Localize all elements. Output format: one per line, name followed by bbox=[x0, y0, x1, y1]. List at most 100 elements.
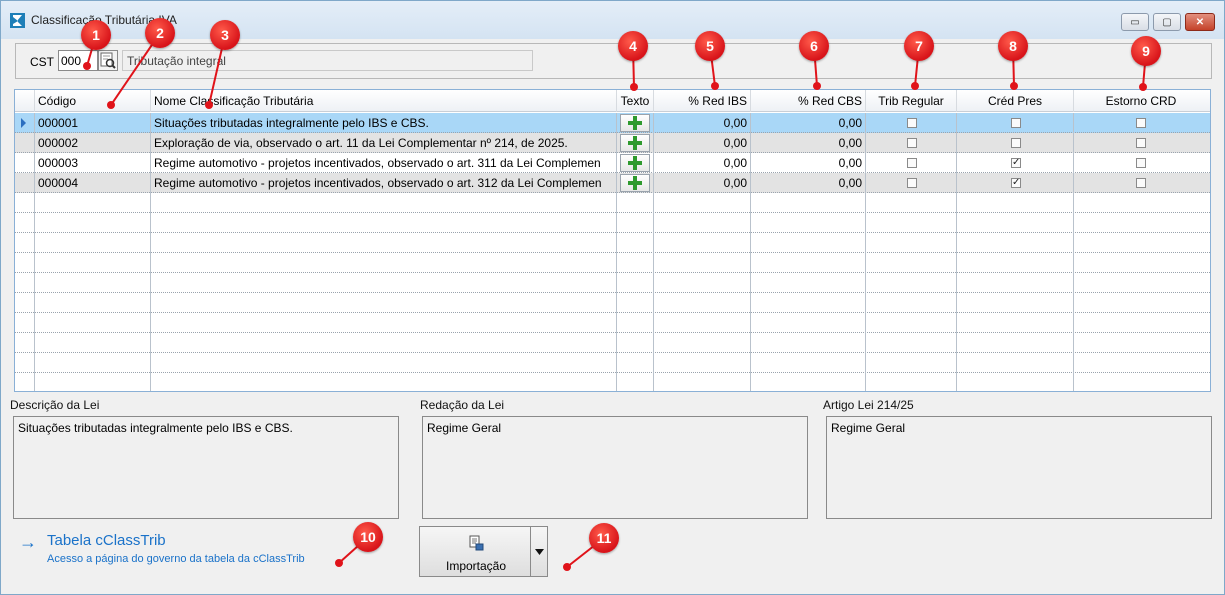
annotation-badge: 10 bbox=[353, 522, 383, 552]
red-cbs-cell bbox=[751, 373, 866, 391]
red-cbs-cell: 0,00 bbox=[751, 153, 866, 173]
table-row[interactable]: 000002 Exploração de via, observado o art… bbox=[15, 133, 1210, 153]
minimize-button[interactable]: ▭ bbox=[1121, 13, 1149, 31]
texto-add-button[interactable] bbox=[620, 154, 650, 172]
maximize-icon: ▢ bbox=[1162, 16, 1172, 28]
estorno-crd-checkbox[interactable] bbox=[1136, 118, 1146, 128]
classificacao-grid[interactable]: Código Nome Classificação Tributária Tex… bbox=[14, 89, 1211, 392]
annotation-dot bbox=[711, 82, 719, 90]
codigo-cell: 000002 bbox=[35, 133, 151, 153]
chevron-down-icon bbox=[535, 549, 544, 555]
cred-pres-cell bbox=[957, 113, 1074, 133]
column-header-red-cbs[interactable]: % Red CBS bbox=[751, 90, 866, 112]
row-indicator-cell bbox=[15, 293, 35, 313]
row-indicator-cell bbox=[15, 133, 35, 153]
column-header-estorno-crd[interactable]: Estorno CRD bbox=[1074, 90, 1208, 112]
table-row-empty[interactable] bbox=[15, 313, 1210, 333]
minimize-icon: ▭ bbox=[1130, 16, 1140, 28]
trib-regular-cell bbox=[866, 113, 957, 133]
link-arrow-icon[interactable]: → bbox=[19, 532, 37, 553]
table-row[interactable]: 000001 Situações tributadas integralmente… bbox=[15, 113, 1210, 133]
descricao-memo[interactable]: Situações tributadas integralmente pelo … bbox=[13, 416, 399, 519]
artigo-memo[interactable]: Regime Geral bbox=[826, 416, 1212, 519]
texto-add-button[interactable] bbox=[620, 134, 650, 152]
nome-cell bbox=[151, 253, 617, 273]
estorno-crd-cell bbox=[1074, 173, 1208, 193]
importacao-dropdown-button[interactable] bbox=[531, 526, 548, 577]
close-button[interactable]: ✕ bbox=[1185, 13, 1215, 31]
table-row-empty[interactable] bbox=[15, 333, 1210, 353]
column-header-codigo[interactable]: Código bbox=[35, 90, 151, 112]
cred-pres-cell bbox=[957, 253, 1074, 273]
row-indicator-cell bbox=[15, 353, 35, 373]
trib-regular-checkbox[interactable] bbox=[907, 138, 917, 148]
trib-regular-checkbox[interactable] bbox=[907, 118, 917, 128]
codigo-cell: 000001 bbox=[35, 113, 151, 133]
row-indicator-cell bbox=[15, 173, 35, 193]
estorno-crd-cell bbox=[1074, 273, 1208, 293]
cst-panel: CST 000 Tributação integral bbox=[15, 43, 1212, 79]
row-indicator-cell bbox=[15, 313, 35, 333]
cred-pres-cell bbox=[957, 373, 1074, 391]
redacao-memo[interactable]: Regime Geral bbox=[422, 416, 808, 519]
table-row-empty[interactable] bbox=[15, 213, 1210, 233]
table-row[interactable]: 000004 Regime automotivo - projetos incen… bbox=[15, 173, 1210, 193]
cred-pres-checkbox[interactable]: ✓ bbox=[1011, 178, 1021, 188]
red-ibs-cell bbox=[654, 253, 751, 273]
cst-input[interactable]: 000 bbox=[58, 50, 98, 71]
cred-pres-cell: ✓ bbox=[957, 173, 1074, 193]
table-row-empty[interactable] bbox=[15, 193, 1210, 213]
estorno-crd-checkbox[interactable] bbox=[1136, 178, 1146, 188]
annotation-badge: 7 bbox=[904, 31, 934, 61]
red-cbs-cell bbox=[751, 253, 866, 273]
column-header-red-ibs[interactable]: % Red IBS bbox=[654, 90, 751, 112]
estorno-crd-cell bbox=[1074, 293, 1208, 313]
annotation-dot bbox=[1139, 83, 1147, 91]
table-row-empty[interactable] bbox=[15, 373, 1210, 391]
table-row-empty[interactable] bbox=[15, 353, 1210, 373]
estorno-crd-checkbox[interactable] bbox=[1136, 158, 1146, 168]
codigo-cell bbox=[35, 313, 151, 333]
column-header-nome[interactable]: Nome Classificação Tributária bbox=[151, 90, 617, 112]
red-ibs-cell bbox=[654, 333, 751, 353]
table-row-empty[interactable] bbox=[15, 293, 1210, 313]
trib-regular-cell bbox=[866, 213, 957, 233]
estorno-crd-checkbox[interactable] bbox=[1136, 138, 1146, 148]
red-cbs-cell bbox=[751, 193, 866, 213]
cred-pres-cell bbox=[957, 233, 1074, 253]
table-row-empty[interactable] bbox=[15, 273, 1210, 293]
redacao-label: Redação da Lei bbox=[420, 398, 505, 412]
codigo-cell: 000003 bbox=[35, 153, 151, 173]
table-row-empty[interactable] bbox=[15, 253, 1210, 273]
table-row-empty[interactable] bbox=[15, 233, 1210, 253]
red-ibs-cell bbox=[654, 313, 751, 333]
codigo-cell bbox=[35, 353, 151, 373]
cred-pres-checkbox[interactable]: ✓ bbox=[1011, 158, 1021, 168]
column-header-cred-pres[interactable]: Créd Pres bbox=[957, 90, 1074, 112]
maximize-button[interactable]: ▢ bbox=[1153, 13, 1181, 31]
cred-pres-checkbox[interactable] bbox=[1011, 138, 1021, 148]
texto-cell bbox=[617, 213, 654, 233]
red-cbs-cell bbox=[751, 273, 866, 293]
annotation-badge: 11 bbox=[589, 523, 619, 553]
texto-cell bbox=[617, 153, 654, 173]
codigo-cell bbox=[35, 193, 151, 213]
column-header-trib-regular[interactable]: Trib Regular bbox=[866, 90, 957, 112]
texto-add-button[interactable] bbox=[620, 114, 650, 132]
texto-add-button[interactable] bbox=[620, 174, 650, 192]
trib-regular-cell bbox=[866, 273, 957, 293]
annotation-badge: 4 bbox=[618, 31, 648, 61]
column-header-texto[interactable]: Texto bbox=[617, 90, 654, 112]
table-row[interactable]: 000003 Regime automotivo - projetos incen… bbox=[15, 153, 1210, 173]
annotation-badge: 5 bbox=[695, 31, 725, 61]
red-cbs-cell bbox=[751, 333, 866, 353]
cred-pres-checkbox[interactable] bbox=[1011, 118, 1021, 128]
cst-lookup-button[interactable] bbox=[98, 50, 118, 71]
trib-regular-cell bbox=[866, 253, 957, 273]
texto-cell bbox=[617, 313, 654, 333]
importacao-button[interactable]: Importação bbox=[419, 526, 531, 577]
trib-regular-checkbox[interactable] bbox=[907, 158, 917, 168]
trib-regular-checkbox[interactable] bbox=[907, 178, 917, 188]
tabela-cclasstrib-subtitle[interactable]: Acesso a página do governo da tabela da … bbox=[47, 553, 305, 565]
tabela-cclasstrib-link[interactable]: Tabela cClassTrib bbox=[47, 532, 166, 549]
